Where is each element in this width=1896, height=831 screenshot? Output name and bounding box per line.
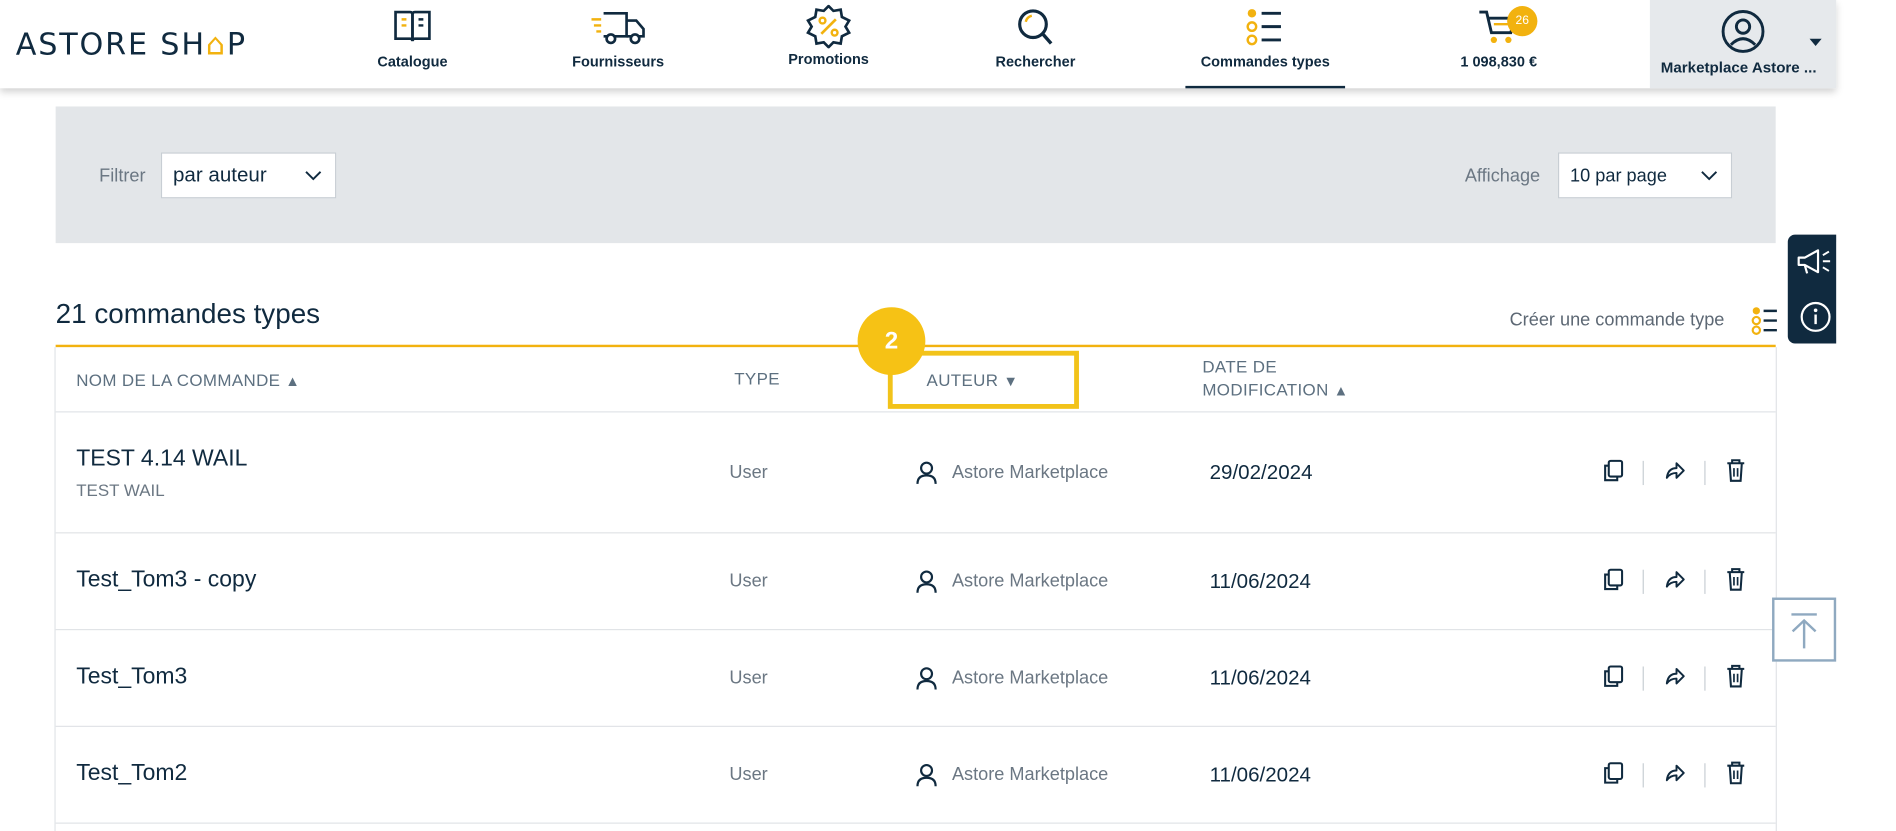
top-navigation-bar: ASTORE SH⌂P Catalogue Fournisseurs Promo… (0, 0, 1837, 89)
astore-shop-logo[interactable]: ASTORE SH⌂P (16, 27, 247, 62)
copy-icon[interactable] (1603, 567, 1625, 591)
cart-count-badge: 26 (1507, 6, 1538, 37)
nav-promotions-label: Promotions (788, 50, 869, 68)
share-icon[interactable] (1664, 763, 1686, 782)
page-size-value: 10 par page (1570, 165, 1667, 186)
order-date: 29/02/2024 (1209, 460, 1313, 484)
copy-icon[interactable] (1603, 664, 1625, 688)
action-separator (1704, 569, 1706, 594)
step-number-badge: 2 (857, 307, 926, 375)
search-icon (1018, 9, 1053, 45)
column-header-name[interactable]: NOM DE LA COMMANDE ▲ (76, 369, 300, 393)
order-type: User (729, 570, 768, 592)
copy-icon[interactable] (1603, 761, 1625, 785)
action-separator (1704, 666, 1706, 691)
sort-ascending-icon: ▲ (285, 372, 301, 390)
nav-commandes-types[interactable]: Commandes types (1185, 0, 1346, 89)
nav-fournisseurs-label: Fournisseurs (572, 53, 665, 71)
order-author: Astore Marketplace (951, 570, 1109, 592)
floating-side-panel (1787, 234, 1837, 344)
action-separator (1642, 763, 1644, 788)
trash-icon[interactable] (1726, 664, 1745, 688)
share-icon[interactable] (1664, 666, 1686, 685)
order-type: User (729, 462, 768, 483)
filter-panel: Filtrer par auteur Affichage 10 par page (55, 106, 1776, 244)
filter-select[interactable]: par auteur (160, 152, 337, 199)
column-header-date[interactable]: DATE DE MODIFICATION ▲ (1202, 356, 1348, 403)
action-separator (1642, 460, 1644, 486)
column-header-type[interactable]: TYPE (734, 368, 780, 391)
truck-icon (591, 11, 645, 45)
action-separator (1704, 460, 1706, 486)
action-separator (1704, 763, 1706, 788)
arrow-up-icon (1791, 613, 1817, 649)
list-icon[interactable] (1751, 306, 1779, 335)
order-author: Astore Marketplace (951, 667, 1109, 689)
order-date: 11/06/2024 (1209, 666, 1311, 690)
order-author: Astore Marketplace (951, 462, 1109, 483)
user-icon (916, 667, 937, 690)
cart-total-label: 1 098,830 € (1460, 53, 1538, 71)
discount-badge-icon (806, 4, 852, 49)
order-name[interactable]: Test_Tom3 - copy (76, 567, 256, 594)
trash-icon[interactable] (1726, 567, 1745, 591)
table-row[interactable]: Test_Tom2 User Astore Marketplace 11/06/… (55, 727, 1776, 824)
nav-rechercher-label: Rechercher (995, 53, 1076, 71)
order-templates-table: NOM DE LA COMMANDE ▲ TYPE AUTEUR ▼ DATE … (54, 347, 1777, 831)
sort-ascending-icon: ▲ (1333, 382, 1349, 400)
user-icon (916, 461, 937, 484)
order-name[interactable]: TEST 4.14 WAIL (76, 446, 247, 473)
order-type: User (729, 667, 768, 689)
nav-rechercher[interactable]: Rechercher (989, 0, 1081, 88)
table-row[interactable]: Test_Tom3 - copy User Astore Marketplace… (55, 533, 1776, 631)
nav-promotions[interactable]: Promotions (784, 0, 874, 88)
order-name[interactable]: Test_Tom3 (76, 664, 187, 691)
action-separator (1642, 666, 1644, 691)
order-description: TEST WAIL (76, 480, 165, 500)
order-type: User (729, 764, 768, 786)
user-icon (916, 763, 937, 787)
nav-fournisseurs[interactable]: Fournisseurs (569, 0, 668, 88)
scroll-to-top-button[interactable] (1772, 597, 1837, 662)
nav-catalogue-label: Catalogue (377, 53, 448, 71)
create-order-template-link[interactable]: Créer une commande type (1510, 310, 1725, 331)
filter-label: Filtrer (99, 165, 146, 187)
results-count-title: 21 commandes types (55, 297, 321, 330)
order-author: Astore Marketplace (951, 764, 1109, 786)
filter-select-value: par auteur (172, 163, 267, 187)
account-name: Marketplace Astore ... (1660, 59, 1817, 77)
user-circle-icon (1721, 10, 1765, 53)
trash-icon[interactable] (1726, 761, 1745, 785)
book-icon (394, 10, 431, 42)
copy-icon[interactable] (1603, 458, 1625, 482)
nav-cart[interactable]: 26 1 098,830 € (1452, 0, 1546, 88)
order-name[interactable]: Test_Tom2 (76, 761, 187, 788)
info-icon[interactable] (1799, 300, 1833, 334)
order-date: 11/06/2024 (1209, 569, 1311, 593)
account-menu[interactable]: Marketplace Astore ... (1649, 0, 1837, 89)
chevron-down-icon (1809, 38, 1822, 46)
user-icon (916, 570, 937, 593)
nav-catalogue[interactable]: Catalogue (367, 0, 459, 88)
display-label: Affichage (1464, 165, 1541, 187)
shopping-bag-icon: ⌂ (205, 26, 227, 62)
table-row[interactable]: TEST 4.14 WAIL TEST WAIL User Astore Mar… (55, 412, 1776, 534)
megaphone-icon[interactable] (1794, 247, 1835, 278)
nav-commandes-types-label: Commandes types (1200, 53, 1330, 71)
order-date: 11/06/2024 (1209, 763, 1311, 787)
list-icon (1246, 9, 1281, 46)
table-row[interactable]: Test_Tom3 User Astore Marketplace 11/06/… (55, 630, 1776, 727)
action-separator (1642, 569, 1644, 594)
share-icon[interactable] (1664, 570, 1686, 589)
trash-icon[interactable] (1726, 458, 1745, 482)
page-size-select[interactable]: 10 par page (1557, 152, 1733, 199)
chevron-down-icon (1701, 171, 1718, 181)
chevron-down-icon (305, 171, 322, 181)
share-icon[interactable] (1664, 461, 1686, 480)
